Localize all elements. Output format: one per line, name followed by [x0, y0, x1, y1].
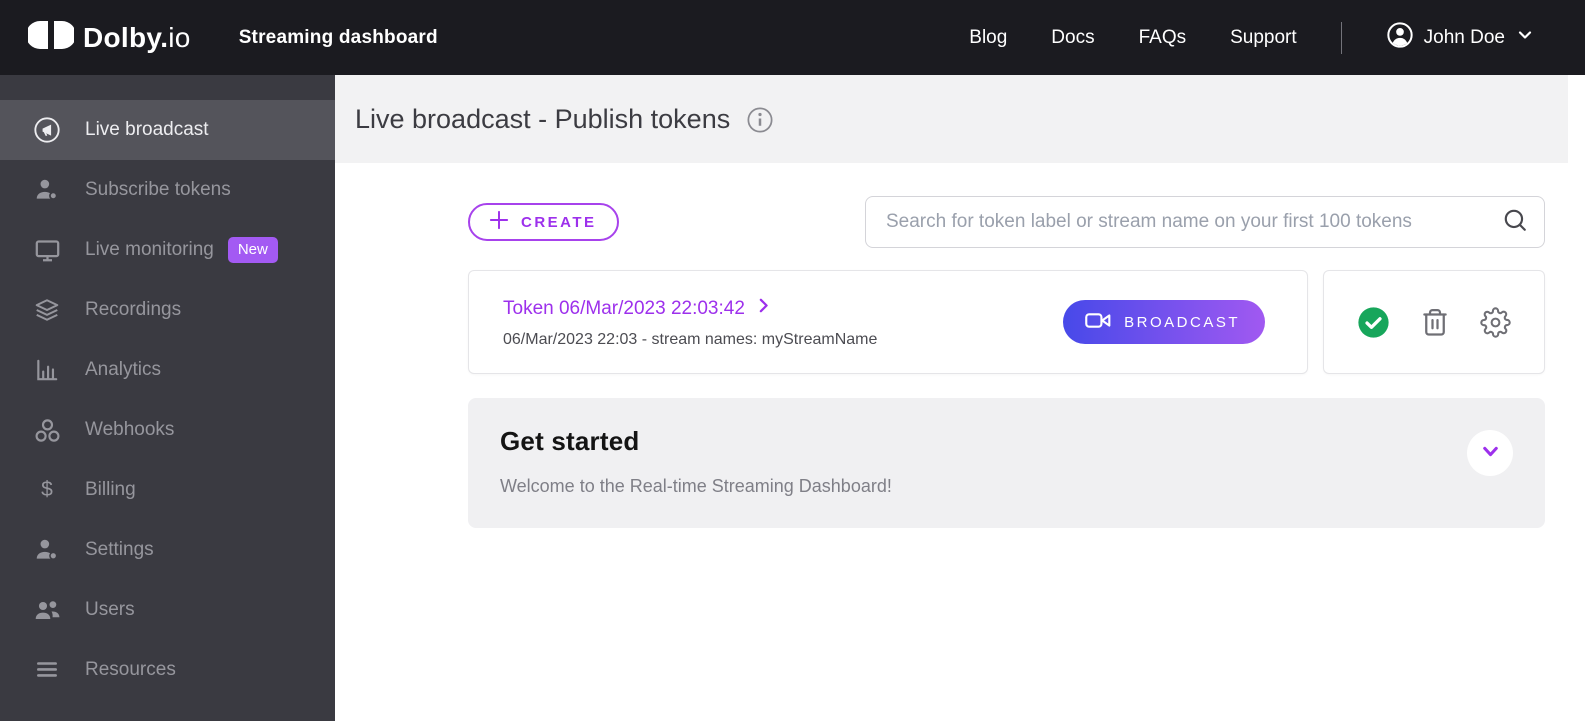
sidebar-item-label: Subscribe tokens	[85, 179, 231, 200]
sidebar-item-recordings[interactable]: Recordings	[0, 280, 335, 340]
token-row: Token 06/Mar/2023 22:03:42 06/Mar/2023 2…	[468, 270, 1545, 374]
app-shell: Live broadcast Subscribe tokens Live mon…	[0, 75, 1585, 721]
sidebar-item-analytics[interactable]: Analytics	[0, 340, 335, 400]
token-actions-card	[1323, 270, 1545, 374]
settings-gear-icon[interactable]	[1480, 306, 1511, 338]
user-name: John Doe	[1423, 26, 1505, 48]
header-nav: Blog Docs FAQs Support John Doe	[969, 21, 1535, 55]
bar-chart-icon	[33, 357, 61, 383]
search-icon[interactable]	[1502, 207, 1528, 238]
sidebar: Live broadcast Subscribe tokens Live mon…	[0, 75, 335, 721]
monitor-icon	[33, 237, 61, 264]
sidebar-item-live-monitoring[interactable]: Live monitoring New	[0, 220, 335, 280]
get-started-panel: Get started Welcome to the Real-time Str…	[468, 398, 1545, 528]
delete-icon[interactable]	[1420, 307, 1450, 337]
nav-faqs[interactable]: FAQs	[1139, 27, 1187, 49]
nav-support[interactable]: Support	[1230, 27, 1297, 49]
brand-name: Dolby.io	[83, 21, 191, 53]
get-started-title: Get started	[500, 426, 640, 456]
get-started-text: Get started Welcome to the Real-time Str…	[500, 426, 892, 497]
header-divider	[1340, 21, 1342, 54]
sidebar-item-billing[interactable]: $ Billing	[0, 460, 335, 520]
sidebar-item-subscribe-tokens[interactable]: Subscribe tokens	[0, 160, 335, 220]
sidebar-item-label: Live monitoring	[85, 239, 214, 260]
sidebar-item-label: Webhooks	[85, 419, 175, 440]
sidebar-item-settings[interactable]: Settings	[0, 520, 335, 580]
new-badge: New	[227, 237, 278, 263]
toolbar: CREATE	[468, 196, 1545, 248]
sidebar-item-resources[interactable]: Resources	[0, 640, 335, 700]
avatar-icon	[1386, 21, 1414, 55]
top-header: Dolby.io Streaming dashboard Blog Docs F…	[0, 0, 1585, 75]
sidebar-item-label: Recordings	[85, 299, 182, 320]
create-label: CREATE	[521, 213, 597, 231]
chevron-down-icon	[1478, 439, 1503, 467]
token-title: Token 06/Mar/2023 22:03:42	[503, 297, 745, 319]
page-title-band: Live broadcast - Publish tokens	[335, 75, 1568, 163]
sidebar-item-users[interactable]: Users	[0, 580, 335, 640]
token-card: Token 06/Mar/2023 22:03:42 06/Mar/2023 2…	[468, 270, 1308, 374]
search-box	[865, 196, 1545, 248]
chevron-right-icon	[753, 295, 774, 322]
broadcast-label: BROADCAST	[1124, 313, 1240, 331]
token-info: Token 06/Mar/2023 22:03:42 06/Mar/2023 2…	[503, 295, 877, 349]
dollar-icon: $	[41, 478, 53, 501]
sidebar-item-label: Resources	[85, 659, 176, 680]
sidebar-item-webhooks[interactable]: Webhooks	[0, 400, 335, 460]
nav-blog[interactable]: Blog	[969, 27, 1007, 49]
expand-button[interactable]	[1467, 430, 1513, 476]
user-gear-icon	[33, 537, 61, 563]
sidebar-item-label: Analytics	[85, 359, 162, 380]
layers-icon	[33, 297, 61, 323]
plus-icon	[486, 207, 512, 237]
subscriber-icon	[33, 177, 61, 203]
page-title: Live broadcast - Publish tokens	[355, 103, 731, 134]
sidebar-item-label: Users	[85, 599, 135, 620]
broadcast-button[interactable]: BROADCAST	[1063, 300, 1265, 344]
list-icon	[33, 657, 61, 683]
sidebar-item-label: Billing	[85, 479, 136, 500]
nav-docs[interactable]: Docs	[1051, 27, 1094, 49]
broadcast-icon	[33, 116, 61, 144]
search-input[interactable]	[886, 211, 1502, 233]
token-subtitle: 06/Mar/2023 22:03 - stream names: myStre…	[503, 331, 878, 348]
video-camera-icon	[1084, 307, 1111, 338]
app-title: Streaming dashboard	[238, 26, 438, 48]
sidebar-item-label: Settings	[85, 539, 154, 560]
content-area: CREATE Search for token label or stream …	[335, 163, 1585, 528]
get-started-subtitle: Welcome to the Real-time Streaming Dashb…	[500, 476, 892, 496]
active-status-icon[interactable]	[1357, 306, 1390, 339]
sidebar-item-label: Live broadcast	[85, 119, 209, 140]
create-button[interactable]: CREATE	[468, 203, 619, 241]
main-content: Live broadcast - Publish tokens CREATE S…	[335, 75, 1585, 721]
token-link[interactable]: Token 06/Mar/2023 22:03:42	[503, 295, 774, 322]
sidebar-item-live-broadcast[interactable]: Live broadcast	[0, 100, 335, 160]
user-menu[interactable]: John Doe	[1386, 21, 1535, 55]
brand-logo[interactable]: Dolby.io	[26, 20, 191, 55]
app-window: Dolby.io Streaming dashboard Blog Docs F…	[0, 0, 1585, 721]
users-icon	[33, 597, 61, 624]
chevron-down-icon	[1515, 25, 1535, 51]
webhook-icon	[33, 417, 61, 444]
info-icon[interactable]	[745, 105, 775, 135]
dolby-logo-icon	[26, 20, 76, 55]
